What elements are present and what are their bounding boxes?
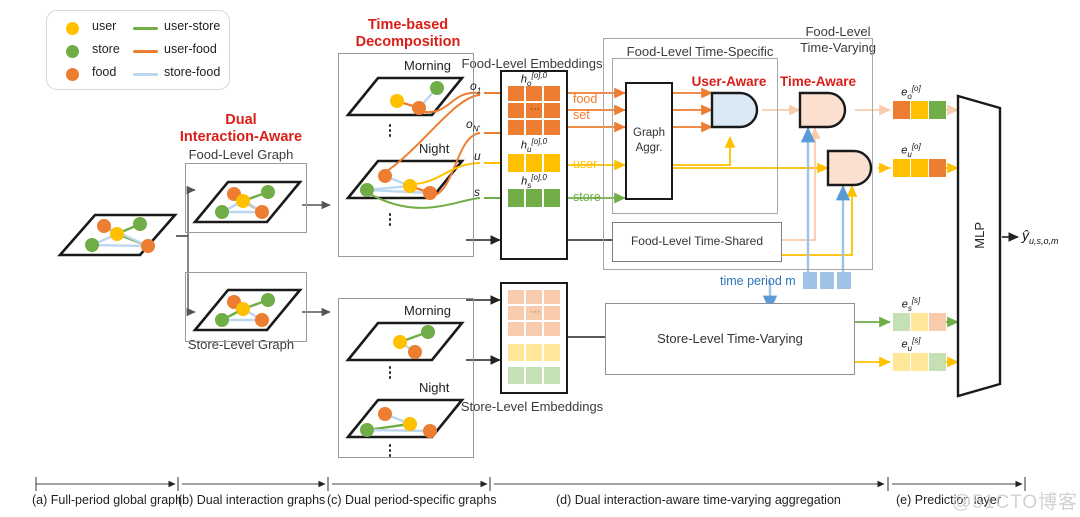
time-period-cell xyxy=(803,272,817,289)
caption-d: (d) Dual interaction-aware time-varying … xyxy=(556,493,841,507)
e-u-food-cell xyxy=(911,159,928,177)
caption-b: (b) Dual interaction graphs xyxy=(178,493,326,507)
time-aware-gate-user xyxy=(826,149,873,187)
e-u-store-cell xyxy=(911,353,928,371)
embedding-label-e-o: eo[o] xyxy=(901,84,921,101)
embedding-label-e-s: es[s] xyxy=(901,296,921,313)
time-period-cell xyxy=(820,272,834,289)
e-u-food-cell xyxy=(893,159,910,177)
e-u-food-cell xyxy=(929,159,946,177)
label-time-period: time period m xyxy=(720,274,796,288)
caption-c: (c) Dual period-specific graphs xyxy=(327,493,497,507)
time-aware-gate-food xyxy=(798,91,847,129)
e-o-cell xyxy=(893,101,910,119)
e-s-cell xyxy=(893,313,910,331)
e-s-cell xyxy=(911,313,928,331)
caption-a: (a) Full-period global graph xyxy=(32,493,183,507)
label-store-level-time-varying: Store-Level Time-Varying xyxy=(657,331,803,346)
e-o-cell xyxy=(911,101,928,119)
output-prediction: ŷu,s,o,m xyxy=(1022,227,1059,246)
watermark: @51CTO博客 xyxy=(952,492,1079,513)
label-mlp: MLP xyxy=(972,222,987,249)
e-u-store-cell xyxy=(893,353,910,371)
embedding-label-e-u-food: eu[o] xyxy=(901,142,921,159)
e-o-cell xyxy=(929,101,946,119)
embedding-label-e-u-store: eu[s] xyxy=(901,336,921,353)
e-s-cell xyxy=(929,313,946,331)
gates-layer xyxy=(710,91,873,187)
time-period-cell xyxy=(837,272,851,289)
user-aware-gate xyxy=(710,91,759,129)
e-u-store-cell xyxy=(929,353,946,371)
